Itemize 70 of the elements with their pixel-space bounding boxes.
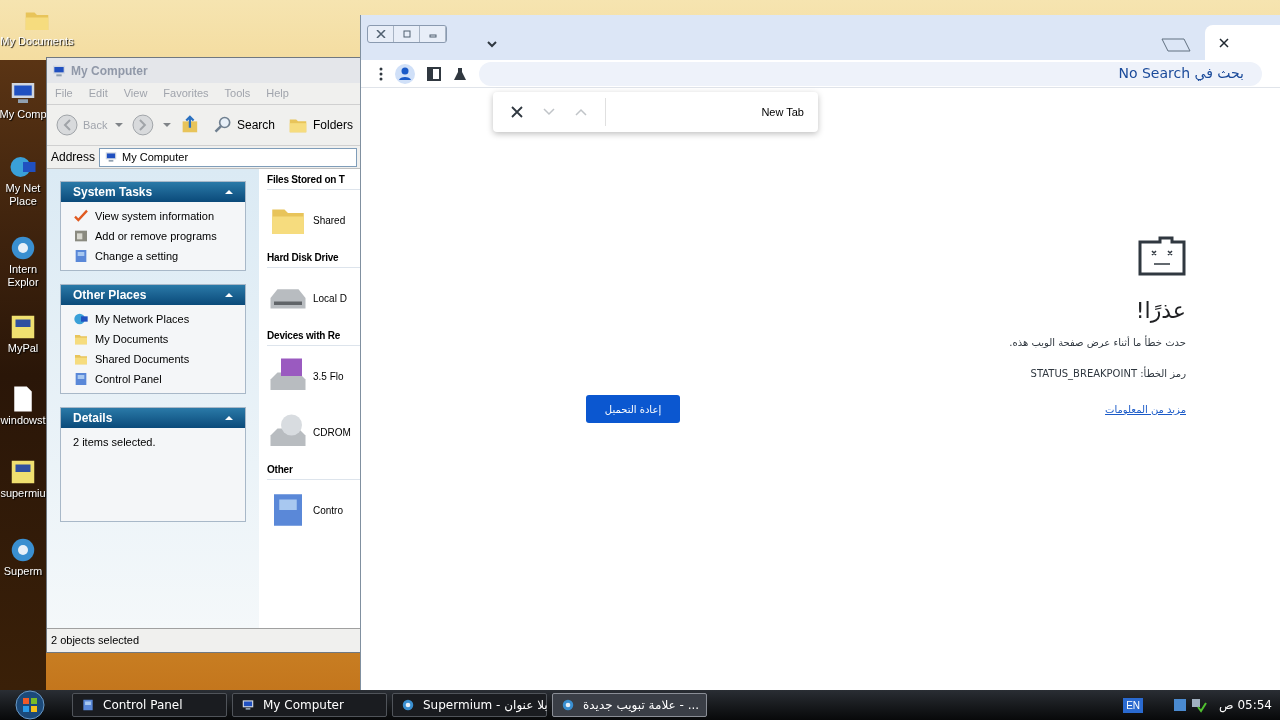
panel-header[interactable]: System Tasks bbox=[61, 182, 245, 202]
panel-header[interactable]: Details bbox=[61, 408, 245, 428]
desktop-icon-label[interactable]: Intern bbox=[8, 263, 38, 276]
desktop-icon-label[interactable]: Place bbox=[9, 195, 37, 208]
control-panel-icon bbox=[73, 248, 89, 264]
search-button[interactable]: Search bbox=[212, 115, 275, 135]
network-icon bbox=[73, 311, 89, 327]
more-info-link[interactable]: مزيد من المعلومات bbox=[1105, 401, 1186, 417]
drive-item[interactable]: Local D bbox=[267, 276, 361, 320]
details-text: 2 items selected. bbox=[73, 435, 157, 450]
task-link[interactable]: Shared Documents bbox=[73, 351, 233, 367]
network-icon[interactable] bbox=[1191, 697, 1208, 713]
taskbar-button[interactable]: My Computer bbox=[232, 693, 387, 717]
desktop-icon-label[interactable]: MyPal bbox=[7, 342, 39, 355]
chevron-down-icon[interactable] bbox=[487, 40, 497, 48]
window-title: My Computer bbox=[71, 62, 148, 80]
profile-icon[interactable] bbox=[395, 63, 415, 84]
tab-shape-icon[interactable] bbox=[1161, 38, 1191, 52]
computer-icon bbox=[241, 698, 255, 712]
menu-dots-icon[interactable] bbox=[379, 66, 383, 81]
error-message: حدث خطأ ما أثناء عرض صفحة الويب هذه. bbox=[1008, 335, 1186, 350]
control-panel-icon bbox=[81, 698, 95, 712]
programs-icon bbox=[73, 228, 89, 244]
address-field[interactable]: My Computer bbox=[99, 147, 357, 167]
error-heading: عذرًا! bbox=[1134, 297, 1186, 325]
omnibox[interactable]: بحث في No Search bbox=[479, 61, 1262, 86]
reload-button[interactable]: إعادة التحميل bbox=[586, 395, 680, 423]
desktop-icon-label[interactable]: supermiu bbox=[0, 487, 46, 500]
checkmark-icon bbox=[73, 208, 89, 224]
language-indicator[interactable]: EN bbox=[1123, 697, 1144, 713]
desktop-icon-label[interactable]: Superm bbox=[3, 565, 43, 578]
taskbar-button[interactable]: Supermium - بلا عنوان bbox=[392, 693, 547, 717]
flask-icon[interactable] bbox=[453, 66, 467, 81]
drive-item[interactable]: CDROM bbox=[267, 410, 361, 454]
computer-icon bbox=[104, 150, 119, 164]
desktop-icon-label[interactable]: windowst bbox=[0, 414, 46, 427]
taskbar-button[interactable]: Control Panel bbox=[72, 693, 227, 717]
close-icon[interactable] bbox=[511, 106, 523, 118]
sad-folder-icon bbox=[1138, 236, 1186, 276]
caret-icon[interactable] bbox=[163, 121, 172, 129]
globe-icon bbox=[561, 698, 575, 712]
address-label: Address bbox=[51, 149, 96, 166]
close-icon[interactable] bbox=[1219, 37, 1229, 48]
error-code: رمز الخطأ: STATUS_BREAKPOINT bbox=[1029, 366, 1186, 381]
task-link[interactable]: My Documents bbox=[73, 331, 233, 347]
control-panel-icon bbox=[73, 371, 89, 387]
panel-header[interactable]: Other Places bbox=[61, 285, 245, 305]
start-button[interactable] bbox=[12, 690, 48, 720]
desktop-icon-label[interactable]: My Net bbox=[5, 182, 41, 195]
caret-icon[interactable] bbox=[115, 121, 124, 129]
task-link[interactable]: View system information bbox=[73, 208, 233, 224]
desktop-icon-label[interactable]: My Comp bbox=[0, 108, 47, 121]
task-link[interactable]: My Network Places bbox=[73, 311, 233, 327]
close-icon bbox=[375, 30, 386, 38]
desktop-icon-label[interactable]: Explor bbox=[7, 276, 39, 289]
find-input[interactable]: New Tab bbox=[606, 103, 818, 121]
drive-item[interactable]: Contro bbox=[267, 488, 361, 532]
drive-item[interactable]: 3.5 Flo bbox=[267, 354, 361, 398]
task-link[interactable]: Add or remove programs bbox=[73, 228, 233, 244]
drive-item[interactable]: Shared bbox=[267, 198, 361, 242]
tray-icon[interactable] bbox=[1173, 698, 1188, 712]
taskbar-button[interactable]: علامة تبويب جديدة - ... bbox=[552, 693, 707, 717]
globe-icon bbox=[401, 698, 415, 712]
task-link[interactable]: Control Panel bbox=[73, 371, 233, 387]
clock[interactable]: 05:54 ص bbox=[1219, 696, 1272, 714]
restore-icon bbox=[401, 30, 412, 38]
task-link[interactable]: Change a setting bbox=[73, 248, 233, 264]
folders-button[interactable]: Folders bbox=[287, 114, 353, 136]
search-icon bbox=[212, 115, 233, 135]
side-panel-icon[interactable] bbox=[427, 66, 441, 81]
